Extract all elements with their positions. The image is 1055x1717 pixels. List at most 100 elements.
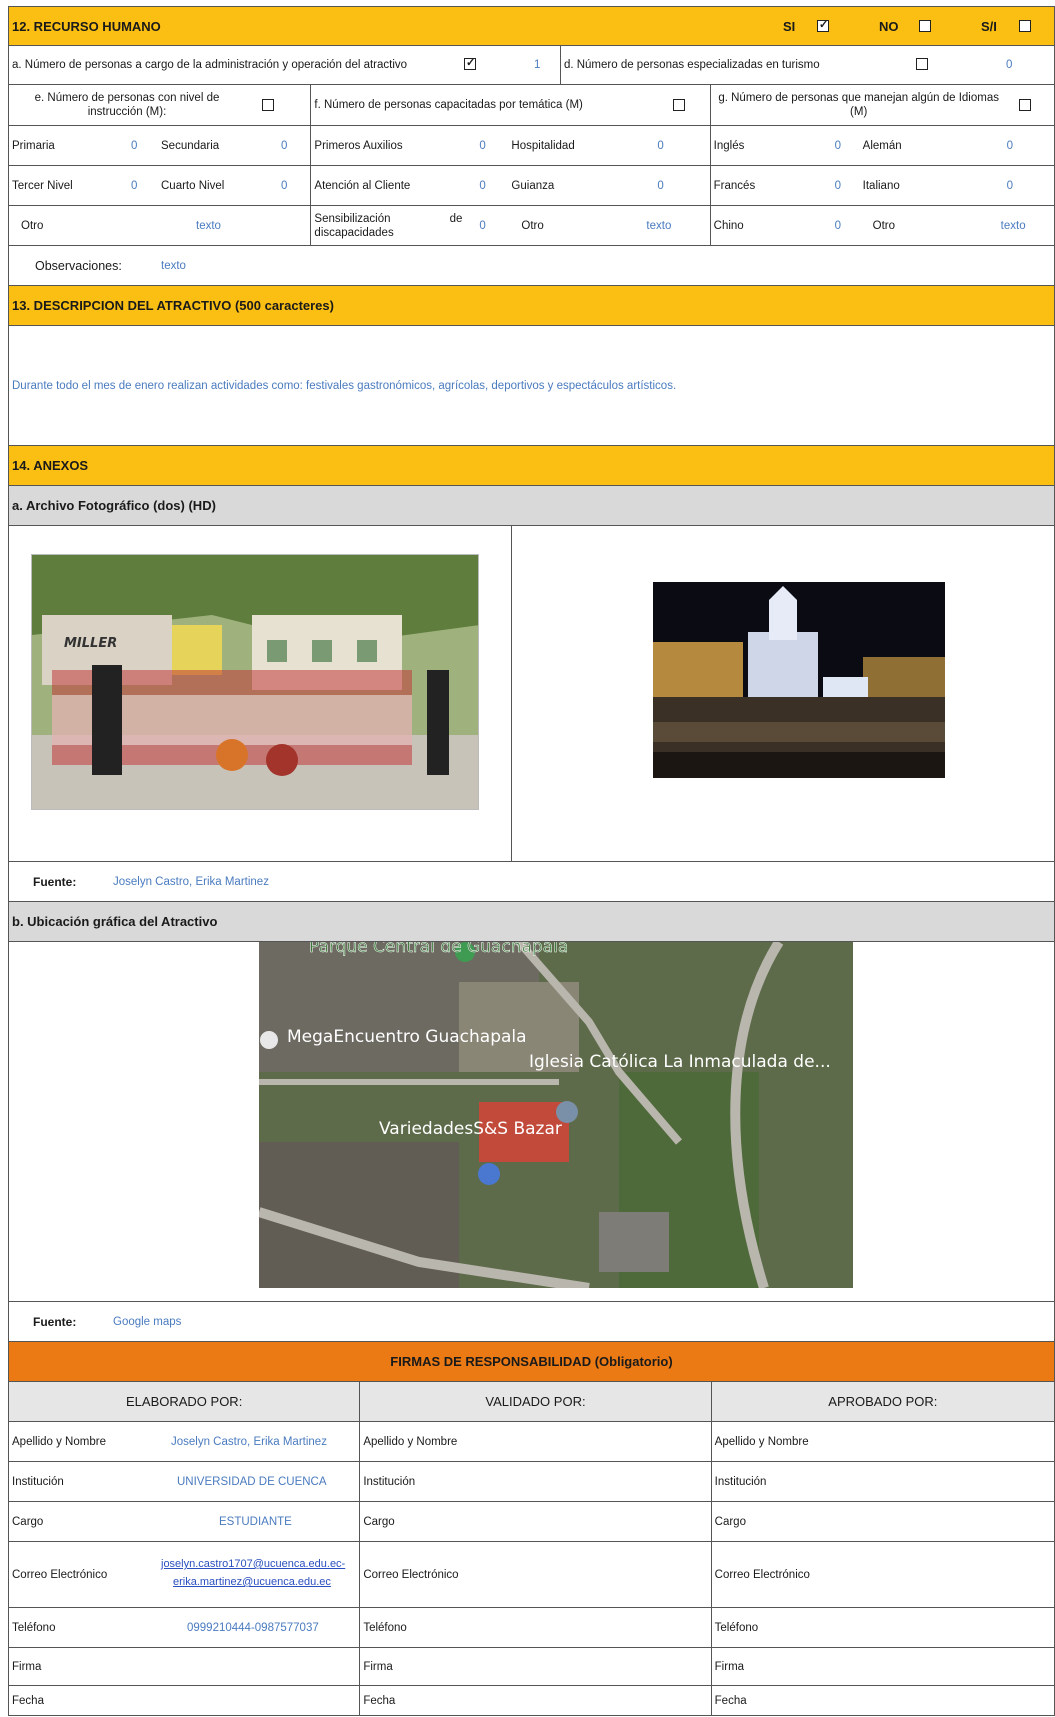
row-e-f-g: e. Número de personas con nivel de instr… [8,85,1055,126]
description-text: Durante todo el mes de enero realizan ac… [12,379,677,392]
section-14-header: 14. ANEXOS [8,446,1055,486]
detail-value: texto [196,219,221,232]
sig-value: ESTUDIANTE [219,1515,292,1528]
map-source-value: Google maps [113,1315,182,1328]
detail-row-2: Tercer Nivel 0 Cuarto Nivel 0 Atención a… [8,166,1055,206]
detail-label: Secundaria [161,139,220,152]
sig-label: Fecha [363,1694,396,1707]
detail-row-1: Primaria 0 Secundaria 0 Primeros Auxilio… [8,126,1055,166]
detail-label: Cuarto Nivel [161,179,225,192]
sig-label: Correo Electrónico [12,1568,108,1581]
sig-label: Fecha [714,1694,747,1707]
photos-row: MILLER [8,526,1055,862]
col-elaborado: ELABORADO POR: [126,1394,243,1409]
sig-row-name: Apellido y Nombre Joselyn Castro, Erika … [8,1422,1055,1462]
detail-label: Hospitalidad [511,139,575,152]
detail-label: Atención al Cliente [314,179,411,192]
detail-label: Primaria [12,139,55,152]
detail-label: Francés [713,179,756,192]
sig-label: Firma [12,1660,42,1673]
d-label: d. Número de personas especializadas en … [563,59,820,71]
detail-value: texto [646,219,672,232]
location-header: b. Ubicación gráfica del Atractivo [8,902,1055,942]
satellite-map[interactable]: Parque Central de Guachapala MegaEncuent… [259,942,853,1288]
sig-label: Teléfono [714,1621,759,1634]
detail-value: 0 [657,179,664,192]
sig-row-phone: Teléfono 0999210444-0987577037 Teléfono … [8,1608,1055,1648]
email-link-1[interactable]: joselyn.castro1707@ucuenca.edu.ec- [161,1558,345,1570]
a-value: 1 [534,59,541,71]
detail-value: 0 [834,139,842,152]
f-checkbox[interactable] [673,99,686,111]
detail-value: 0 [1006,179,1014,192]
sig-label: Apellido y Nombre [714,1435,809,1448]
map-label: VariedadesS&S Bazar [379,1119,562,1139]
sig-label: Cargo [714,1515,746,1528]
detail-label: Chino [713,219,744,232]
detail-label: Sensibilización de discapacidades [314,212,463,239]
source-label: Fuente: [33,874,77,889]
sig-label: Teléfono [12,1621,56,1634]
section-14-title: 14. ANEXOS [12,458,89,473]
detail-label: Guianza [511,179,555,192]
detail-value: 0 [281,179,288,192]
detail-label: Italiano [862,179,900,192]
sig-row-position: Cargo ESTUDIANTE Cargo Cargo [8,1502,1055,1542]
detail-label: Otro [21,219,44,232]
photo-archive-title: a. Archivo Fotográfico (dos) (HD) [12,498,216,513]
map-row: Parque Central de Guachapala MegaEncuent… [8,942,1055,1302]
sig-label: Cargo [12,1515,44,1528]
a-checkbox[interactable] [464,56,476,70]
sig-value: UNIVERSIDAD DE CUENCA [177,1475,327,1488]
sig-label: Apellido y Nombre [12,1435,106,1448]
si-label: SI [783,19,796,34]
shop-pin-icon [478,1163,500,1185]
e-checkbox[interactable] [262,99,274,111]
photo-archive-header: a. Archivo Fotográfico (dos) (HD) [8,486,1055,526]
observations-value: texto [161,259,186,272]
sig-label: Cargo [363,1515,395,1528]
church-night-photo [653,582,946,778]
detail-value: 0 [479,219,486,232]
detail-label: Alemán [862,139,902,152]
observations-label: Observaciones: [35,258,122,273]
d-checkbox[interactable] [915,58,928,70]
e-label: e. Número de personas con nivel de instr… [34,92,220,118]
sig-label: Teléfono [363,1621,407,1634]
si-checkbox[interactable] [817,18,829,32]
detail-value: texto [1000,219,1026,232]
sig-row-signature: Firma Firma Firma [8,1648,1055,1686]
no-checkbox[interactable] [919,20,931,32]
detail-label: Primeros Auxilios [314,139,403,152]
sig-label: Institución [12,1475,64,1488]
si-unknown-label: S/I [981,19,997,34]
map-source-row: Fuente: Google maps [8,1302,1055,1342]
sig-label: Institución [363,1475,416,1488]
row-a-d: a. Número de personas a cargo de la admi… [8,46,1055,85]
detail-label: Otro [872,219,896,232]
detail-value: 0 [834,179,842,192]
map-label: Parque Central de Guachapala [309,942,568,957]
detail-value: 0 [131,179,138,192]
observations-row: Observaciones: texto [8,246,1055,286]
col-validado: VALIDADO POR: [485,1394,586,1409]
si-unknown-checkbox[interactable] [1019,20,1031,32]
photo-source-value: Joselyn Castro, Erika Martinez [113,875,269,888]
sig-row-date: Fecha Fecha Fecha [8,1686,1055,1716]
email-link-2[interactable]: erika.martinez@ucuenca.edu.ec [173,1576,331,1588]
sig-label: Correo Electrónico [363,1568,459,1581]
sig-value: Joselyn Castro, Erika Martinez [171,1435,327,1448]
col-aprobado: APROBADO POR: [828,1394,938,1409]
signatures-title: FIRMAS DE RESPONSABILIDAD (Obligatorio) [390,1354,673,1369]
festival-group-photo: MILLER [31,554,479,810]
description-box: Durante todo el mes de enero realizan ac… [8,326,1055,446]
map-label: MegaEncuentro Guachapala [287,1027,527,1047]
detail-value: 0 [281,139,288,152]
sig-row-institution: Institución UNIVERSIDAD DE CUENCA Instit… [8,1462,1055,1502]
sig-label: Apellido y Nombre [363,1435,458,1448]
sig-row-email: Correo Electrónico joselyn.castro1707@uc… [8,1542,1055,1608]
g-checkbox[interactable] [1018,99,1031,111]
detail-value: 0 [479,179,486,192]
sig-label: Institución [714,1475,767,1488]
map-label: Iglesia Católica La Inmaculada de... [529,1052,831,1072]
